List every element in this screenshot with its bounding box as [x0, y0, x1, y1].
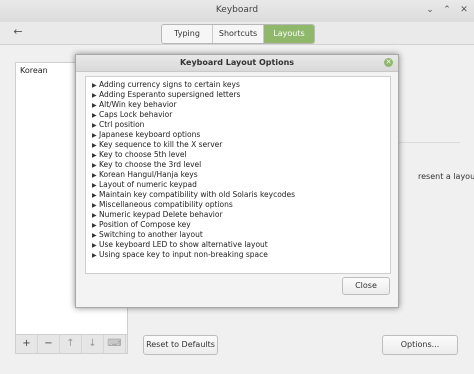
option-category-label: Using space key to input non-breaking sp…: [99, 250, 268, 259]
option-category-label: Adding currency signs to certain keys: [99, 80, 240, 89]
option-category-row[interactable]: ▶ Position of Compose key: [92, 220, 191, 230]
move-up-button[interactable]: ↑: [60, 335, 82, 353]
add-layout-button[interactable]: +: [16, 335, 38, 353]
option-category-label: Layout of numeric keypad: [99, 180, 197, 189]
option-category-label: Japanese keyboard options: [99, 130, 201, 139]
minimize-icon[interactable]: ⌄: [424, 4, 436, 16]
reset-to-defaults-button[interactable]: Reset to Defaults: [143, 335, 218, 355]
tab-layouts[interactable]: Layouts: [264, 25, 314, 43]
option-category-label: Adding Esperanto supersigned letters: [99, 90, 241, 99]
option-category-row[interactable]: ▶ Key to choose 5th level: [92, 150, 187, 160]
option-category-label: Key to choose the 3rd level: [99, 160, 202, 169]
move-down-button[interactable]: ↓: [82, 335, 104, 353]
option-category-label: Maintain key compatibility with old Sola…: [99, 190, 296, 199]
tab-switcher: Typing Shortcuts Layouts: [161, 24, 315, 44]
back-arrow-icon[interactable]: ←: [10, 24, 26, 40]
tab-typing[interactable]: Typing: [162, 25, 213, 43]
option-category-row[interactable]: ▶ Use keyboard LED to show alternative la…: [92, 240, 268, 250]
option-category-label: Use keyboard LED to show alternative lay…: [99, 240, 268, 249]
option-category-row[interactable]: ▶ Using space key to input non-breaking s…: [92, 250, 268, 260]
option-category-row[interactable]: ▶ Korean Hangul/Hanja keys: [92, 170, 198, 180]
maximize-icon[interactable]: ⌃: [441, 4, 453, 16]
option-category-row[interactable]: ▶ Caps Lock behavior: [92, 110, 172, 120]
option-category-label: Korean Hangul/Hanja keys: [99, 170, 198, 179]
keyboard-layout-options-dialog: Keyboard Layout Options ✕ ▶ Adding curren…: [75, 54, 399, 308]
options-button[interactable]: Options...: [382, 335, 458, 355]
expander-arrow-icon[interactable]: ▶: [92, 251, 99, 261]
dialog-close-icon[interactable]: ✕: [384, 58, 393, 67]
option-category-label: Caps Lock behavior: [99, 110, 173, 119]
option-category-label: Ctrl position: [99, 120, 145, 129]
option-category-row[interactable]: ▶ Adding currency signs to certain keys: [92, 80, 240, 90]
setting-label-partial: resent a layout: [418, 172, 474, 181]
dialog-title: Keyboard Layout Options: [179, 58, 295, 67]
option-category-label: Numeric keypad Delete behavior: [99, 210, 223, 219]
option-category-row[interactable]: ▶ Key sequence to kill the X server: [92, 140, 222, 150]
option-category-label: Key to choose 5th level: [99, 150, 187, 159]
option-category-row[interactable]: ▶ Maintain key compatibility with old Sol…: [92, 190, 295, 200]
option-category-label: Position of Compose key: [99, 220, 191, 229]
layouts-list-toolbar: + − ↑ ↓ ⌨: [15, 334, 128, 354]
option-category-row[interactable]: ▶ Ctrl position: [92, 120, 144, 130]
option-category-row[interactable]: ▶ Adding Esperanto supersigned letters: [92, 90, 240, 100]
option-category-row[interactable]: ▶ Key to choose the 3rd level: [92, 160, 201, 170]
option-category-row[interactable]: ▶ Numeric keypad Delete behavior: [92, 210, 223, 220]
window-title: Keyboard: [215, 5, 259, 15]
list-item[interactable]: Korean: [20, 66, 48, 75]
option-category-row[interactable]: ▶ Layout of numeric keypad: [92, 180, 197, 190]
option-category-label: Key sequence to kill the X server: [99, 140, 223, 149]
option-category-row[interactable]: ▶ Alt/Win key behavior: [92, 100, 177, 110]
option-category-label: Miscellaneous compatibility options: [99, 200, 233, 209]
remove-layout-button[interactable]: −: [38, 335, 60, 353]
dialog-title-bar: Keyboard Layout Options ✕: [76, 55, 398, 72]
option-category-label: Switching to another layout: [99, 230, 203, 239]
option-category-row[interactable]: ▶ Japanese keyboard options: [92, 130, 200, 140]
close-button[interactable]: Close: [342, 277, 390, 295]
option-category-label: Alt/Win key behavior: [99, 100, 177, 109]
options-tree: ▶ Adding currency signs to certain keys ▶ A…: [85, 76, 391, 274]
title-bar: Keyboard ⌄ ⌃ ✕: [0, 0, 474, 23]
option-category-row[interactable]: ▶ Miscellaneous compatibility options: [92, 200, 233, 210]
tab-shortcuts[interactable]: Shortcuts: [213, 25, 264, 43]
option-category-row[interactable]: ▶ Switching to another layout: [92, 230, 203, 240]
show-layout-button[interactable]: ⌨: [104, 335, 126, 353]
close-window-icon[interactable]: ✕: [458, 4, 470, 16]
